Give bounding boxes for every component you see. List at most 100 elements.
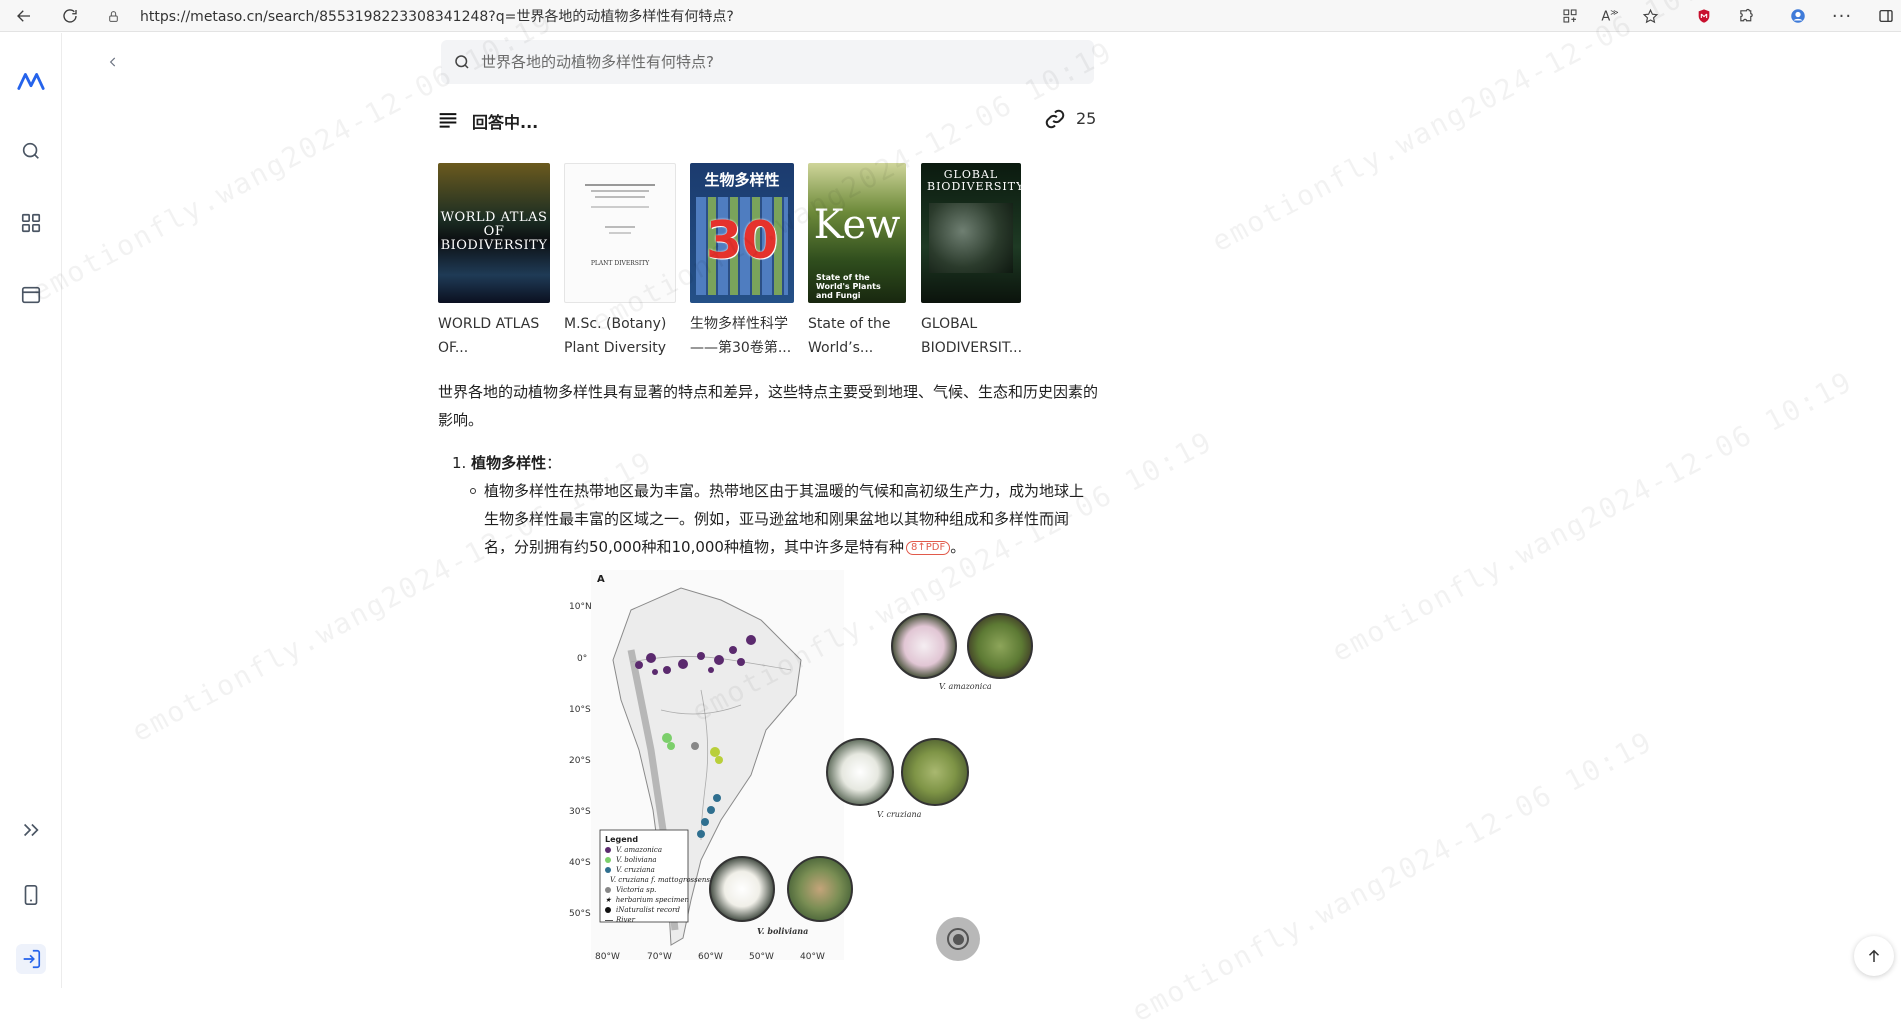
legend-label: River <box>616 916 635 924</box>
arrow-left-icon <box>17 10 30 22</box>
collapse-panel-button[interactable] <box>101 50 125 74</box>
scroll-to-top-button[interactable] <box>1854 936 1894 976</box>
report-cover-image: Kew State of the World's Plants and Fung… <box>808 163 906 303</box>
legend-label: V. amazonica <box>616 846 663 854</box>
bullet-end: 。 <box>950 538 966 556</box>
answer-intro: 世界各地的动植物多样性具有显著的特点和差异，这些特点主要受到地理、气候、生态和历… <box>438 383 1099 429</box>
source-card[interactable]: WORLD ATLAS OF BIODIVERSITY WORLD ATLAS … <box>438 163 550 360</box>
flower-photo <box>826 738 894 806</box>
link-icon[interactable] <box>1044 108 1066 130</box>
expand-chevrons-icon[interactable] <box>16 815 46 845</box>
source-card[interactable]: 生物多样性 30 生物多样性科学——第30卷第... <box>690 163 794 360</box>
legend-item: V. amazonica <box>605 845 689 855</box>
search-input[interactable] <box>481 53 1081 71</box>
search-bar[interactable] <box>441 40 1094 84</box>
map-legend: Legend V. amazonica V. boliviana V. cruzia… <box>605 834 716 925</box>
legend-item: V. boliviana <box>605 855 689 865</box>
record-icon <box>947 928 969 950</box>
lon-label: 50°W <box>749 952 774 962</box>
source-card[interactable]: GLOBAL BIODIVERSITY GLOBAL BIODIVERSIT..… <box>921 163 1023 360</box>
profile-icon[interactable] <box>1786 4 1810 28</box>
app-available-icon[interactable] <box>1558 4 1582 28</box>
lat-label: 0° <box>577 654 588 664</box>
legend-item: ★ herbarium specimen <box>605 895 689 905</box>
species-label: V. boliviana <box>757 926 809 936</box>
legend-item: V. cruziana f. mattogrossensis <box>605 875 716 885</box>
legend-label: Victoria sp. <box>616 886 657 894</box>
login-button[interactable] <box>16 944 46 974</box>
more-menu-icon[interactable]: ··· <box>1830 4 1854 28</box>
book-cover-image: WORLD ATLAS OF BIODIVERSITY <box>438 163 550 303</box>
chevron-left-icon <box>109 57 116 67</box>
species-label: V. amazonica <box>939 682 992 691</box>
answer-figure[interactable]: A Legend V. amazonica V. boliviana V. cruz… <box>561 568 1033 968</box>
search-icon[interactable] <box>16 136 46 166</box>
source-title: GLOBAL BIODIVERSIT... <box>921 316 1023 356</box>
extensions-puzzle-icon[interactable] <box>1734 4 1758 28</box>
source-card[interactable]: PLANT DIVERSITY M.Sc. (Botany) Plant Div… <box>564 163 676 360</box>
text-lines-icon <box>439 113 457 128</box>
leaf-photo <box>787 856 853 922</box>
left-sidebar <box>0 33 62 988</box>
leaf-photo <box>967 613 1033 679</box>
legend-item: Victoria sp. <box>605 885 689 895</box>
lat-label: 20°S <box>569 756 591 766</box>
lat-label: 30°S <box>569 807 591 817</box>
source-title: M.Sc. (Botany) Plant Diversity <box>564 316 667 356</box>
species-label: V. cruziana <box>877 810 922 819</box>
record-button[interactable] <box>936 917 980 961</box>
source-count[interactable]: 25 <box>1076 109 1096 128</box>
section-number: 1. <box>452 454 467 472</box>
mobile-device-icon[interactable] <box>16 880 46 910</box>
section-colon: ： <box>546 454 562 472</box>
section-heading: 1. 植物多样性： <box>452 449 561 477</box>
source-title: 生物多样性科学——第30卷第... <box>690 316 792 356</box>
lat-label: 10°N <box>569 602 592 612</box>
legend-item: iNaturalist record <box>605 905 689 915</box>
reload-button[interactable] <box>58 4 82 28</box>
legend-swatch <box>605 857 611 863</box>
source-card[interactable]: Kew State of the World's Plants and Fung… <box>808 163 906 360</box>
read-aloud-icon[interactable]: A≫ <box>1598 4 1622 28</box>
shield-extension-icon[interactable] <box>1692 4 1716 28</box>
legend-item: River <box>605 915 689 925</box>
favorite-star-icon[interactable] <box>1638 4 1662 28</box>
apps-grid-icon[interactable] <box>16 208 46 238</box>
answer-header: 回答中... 25 <box>438 106 1096 134</box>
url-text: https://metaso.cn/search/855319822330834… <box>140 9 734 25</box>
watermark: emotionfly.wang2024-12-06 10:19 <box>1126 724 1659 1028</box>
sidebar-toggle-icon[interactable] <box>1874 4 1898 28</box>
legend-swatch: ★ <box>605 896 612 904</box>
back-button[interactable] <box>12 4 36 28</box>
watermark: emotionfly.wang2024-12-06 10:19 <box>1326 364 1859 669</box>
journal-cover-image: 生物多样性 30 <box>690 163 794 303</box>
legend-label: herbarium specimen <box>615 896 689 904</box>
library-window-icon[interactable] <box>16 280 46 310</box>
arrow-up-icon <box>1868 949 1880 962</box>
lon-label: 40°W <box>800 952 825 962</box>
legend-label: V. cruziana f. mattogrossensis <box>610 876 716 884</box>
panel-label: A <box>597 574 605 585</box>
legend-swatch <box>605 919 613 921</box>
list-item: 植物多样性在热带地区最为丰富。热带地区由于其温暖的气候和高初级生产力，成为地球上… <box>470 477 1098 561</box>
legend-item: V. cruziana <box>605 865 689 875</box>
bullet-dot <box>470 488 476 494</box>
lon-label: 80°W <box>595 952 620 962</box>
metaso-logo[interactable] <box>16 66 46 96</box>
legend-swatch <box>605 887 611 893</box>
address-bar[interactable]: https://metaso.cn/search/855319822330834… <box>102 3 1442 29</box>
lon-label: 60°W <box>698 952 723 962</box>
lock-icon <box>102 10 124 23</box>
reload-icon <box>63 9 77 23</box>
leaf-photo <box>901 738 969 806</box>
legend-list: V. amazonica V. boliviana V. cruziana V. cr… <box>605 845 716 925</box>
source-title: WORLD ATLAS OF... <box>438 316 540 356</box>
legend-swatch <box>605 907 611 913</box>
book-cover-image: GLOBAL BIODIVERSITY <box>921 163 1021 303</box>
search-icon <box>455 55 469 69</box>
legend-label: iNaturalist record <box>616 906 680 914</box>
document-cover-image: PLANT DIVERSITY <box>564 163 676 303</box>
lat-label: 40°S <box>569 858 591 868</box>
lon-label: 70°W <box>647 952 672 962</box>
citation-badge[interactable]: 8↑PDF <box>905 541 951 555</box>
